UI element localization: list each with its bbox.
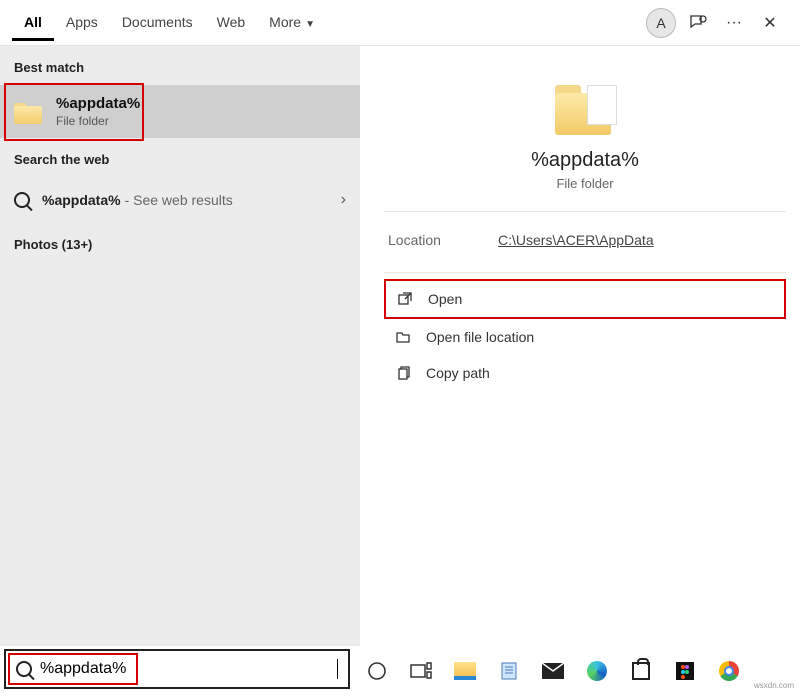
result-appdata-folder[interactable]: %appdata% File folder [0,85,360,138]
chevron-right-icon: › [341,191,346,209]
file-explorer-icon[interactable] [452,658,478,684]
copy-path-action[interactable]: Copy path [384,355,786,391]
mail-icon[interactable] [540,658,566,684]
tab-more[interactable]: More▼ [257,4,327,41]
search-input[interactable] [40,660,339,678]
search-icon [14,192,30,208]
search-icon [16,661,32,677]
web-hint-text: - See web results [125,192,233,208]
preview-subtitle: File folder [384,176,786,191]
preview-title: %appdata% [384,149,786,172]
task-view-icon[interactable] [408,658,434,684]
web-result-row[interactable]: %appdata% - See web results › [0,177,360,223]
open-icon [394,291,416,307]
tab-apps[interactable]: Apps [54,4,110,41]
open-label: Open [428,291,462,307]
location-row: Location C:\Users\ACER\AppData [384,212,786,273]
location-label: Location [388,232,498,248]
search-box[interactable] [4,649,350,689]
close-icon[interactable]: ✕ [752,5,788,41]
location-path-link[interactable]: C:\Users\ACER\AppData [498,232,654,248]
results-panel: Best match %appdata% File folder Search … [0,46,360,646]
chevron-down-icon: ▼ [305,19,315,30]
photos-heading: Photos (13+) [0,223,360,262]
text-cursor [337,659,338,679]
cortana-icon[interactable] [364,658,390,684]
open-file-location-action[interactable]: Open file location [384,319,786,355]
copy-path-label: Copy path [426,365,490,381]
folder-icon [14,100,42,124]
preview-panel: %appdata% File folder Location C:\Users\… [360,46,800,646]
open-action[interactable]: Open [384,279,786,319]
chrome-icon[interactable] [716,658,742,684]
feedback-icon[interactable] [680,5,716,41]
tab-all[interactable]: All [12,4,54,41]
notepad-icon[interactable] [496,658,522,684]
figma-icon[interactable] [672,658,698,684]
web-query-text: %appdata% [42,192,121,208]
tab-documents[interactable]: Documents [110,4,205,41]
store-icon[interactable] [628,658,654,684]
best-match-heading: Best match [0,46,360,85]
more-options-icon[interactable]: ··· [716,5,752,41]
tab-web[interactable]: Web [205,4,258,41]
open-location-icon [392,329,414,345]
user-avatar[interactable]: A [646,8,676,38]
folder-large-icon [555,83,615,135]
search-web-heading: Search the web [0,138,360,177]
copy-icon [392,365,414,381]
open-location-label: Open file location [426,329,534,345]
edge-icon[interactable] [584,658,610,684]
search-filter-tabs: All Apps Documents Web More▼ A ··· ✕ [0,0,800,46]
taskbar: wsxdn.com [0,646,800,696]
watermark: wsxdn.com [754,681,794,690]
result-title: %appdata% [56,95,140,112]
result-subtitle: File folder [56,114,140,128]
